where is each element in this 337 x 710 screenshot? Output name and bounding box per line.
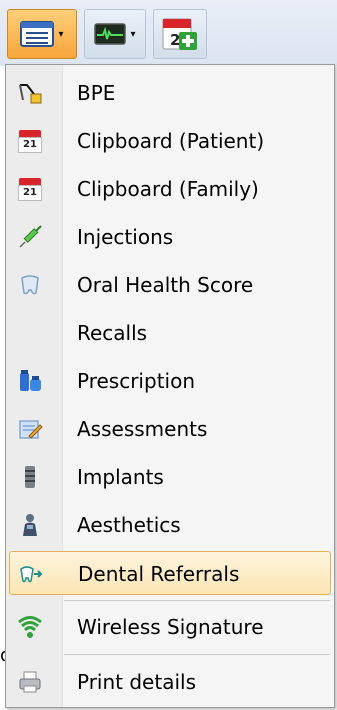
implant-screw-icon (17, 464, 43, 490)
menu-item-injections[interactable]: Injections (9, 215, 331, 259)
monitor-button[interactable]: ▾ (84, 9, 146, 59)
menu-item-print-details[interactable]: Print details (9, 660, 331, 704)
menu-item-label: Dental Referrals (78, 562, 240, 586)
heart-monitor-icon (94, 23, 127, 45)
svg-text:2: 2 (170, 31, 180, 49)
menu-separator (64, 600, 330, 601)
syringe-icon (17, 224, 43, 250)
menu-item-assessments[interactable]: Assessments (9, 407, 331, 451)
menu-item-label: Wireless Signature (77, 615, 264, 639)
menu-item-clipboard-family[interactable]: 21 Clipboard (Family) (9, 167, 331, 211)
menu-item-label: Injections (77, 225, 174, 249)
chevron-down-icon: ▾ (130, 28, 136, 40)
wireless-signal-icon (17, 614, 43, 640)
chevron-down-icon: ▾ (58, 28, 64, 40)
calendar-add-button[interactable]: 2 (153, 9, 207, 59)
menu-item-aesthetics[interactable]: Aesthetics (9, 503, 331, 547)
aesthetics-figure-icon (17, 512, 43, 538)
toolbar: ▾ ▾ 2 (0, 0, 337, 66)
menu-item-implants[interactable]: Implants (9, 455, 331, 499)
menu-item-label: Print details (77, 670, 196, 694)
printer-icon (17, 669, 43, 695)
calendar-icon: 21 (17, 176, 43, 202)
menu-item-wireless-signature[interactable]: Wireless Signature (9, 605, 331, 649)
notepad-pencil-icon (17, 416, 43, 442)
menu-item-clipboard-patient[interactable]: 21 Clipboard (Patient) (9, 119, 331, 163)
list-window-icon (20, 21, 55, 47)
menu-item-label: Clipboard (Family) (77, 177, 259, 201)
bpe-probe-icon (17, 80, 43, 106)
dropdown-menu: BPE 21 Clipboard (Patient) 21 Clipboard … (5, 64, 335, 708)
menu-item-bpe[interactable]: BPE (9, 71, 331, 115)
menu-item-prescription[interactable]: Prescription (9, 359, 331, 403)
menu-item-label: Oral Health Score (77, 273, 254, 297)
menu-item-label: Clipboard (Patient) (77, 129, 265, 153)
calendar-add-icon: 2 (162, 18, 197, 50)
menu-item-label: Recalls (77, 321, 148, 345)
menu-item-oral-health-score[interactable]: Oral Health Score (9, 263, 331, 307)
menu-item-label: Aesthetics (77, 513, 181, 537)
menu-separator (64, 654, 330, 655)
menu-item-label: Assessments (77, 417, 208, 441)
tooth-icon (17, 272, 43, 298)
menu-item-label: BPE (77, 81, 116, 105)
menu-item-label: Implants (77, 465, 164, 489)
referral-tooth-icon (18, 561, 44, 587)
menu-item-recalls[interactable]: Recalls (9, 311, 331, 355)
menu-item-label: Prescription (77, 369, 195, 393)
list-view-button[interactable]: ▾ (7, 9, 77, 59)
medicine-bottles-icon (17, 368, 43, 394)
calendar-icon: 21 (17, 128, 43, 154)
menu-item-dental-referrals[interactable]: Dental Referrals (9, 551, 331, 595)
